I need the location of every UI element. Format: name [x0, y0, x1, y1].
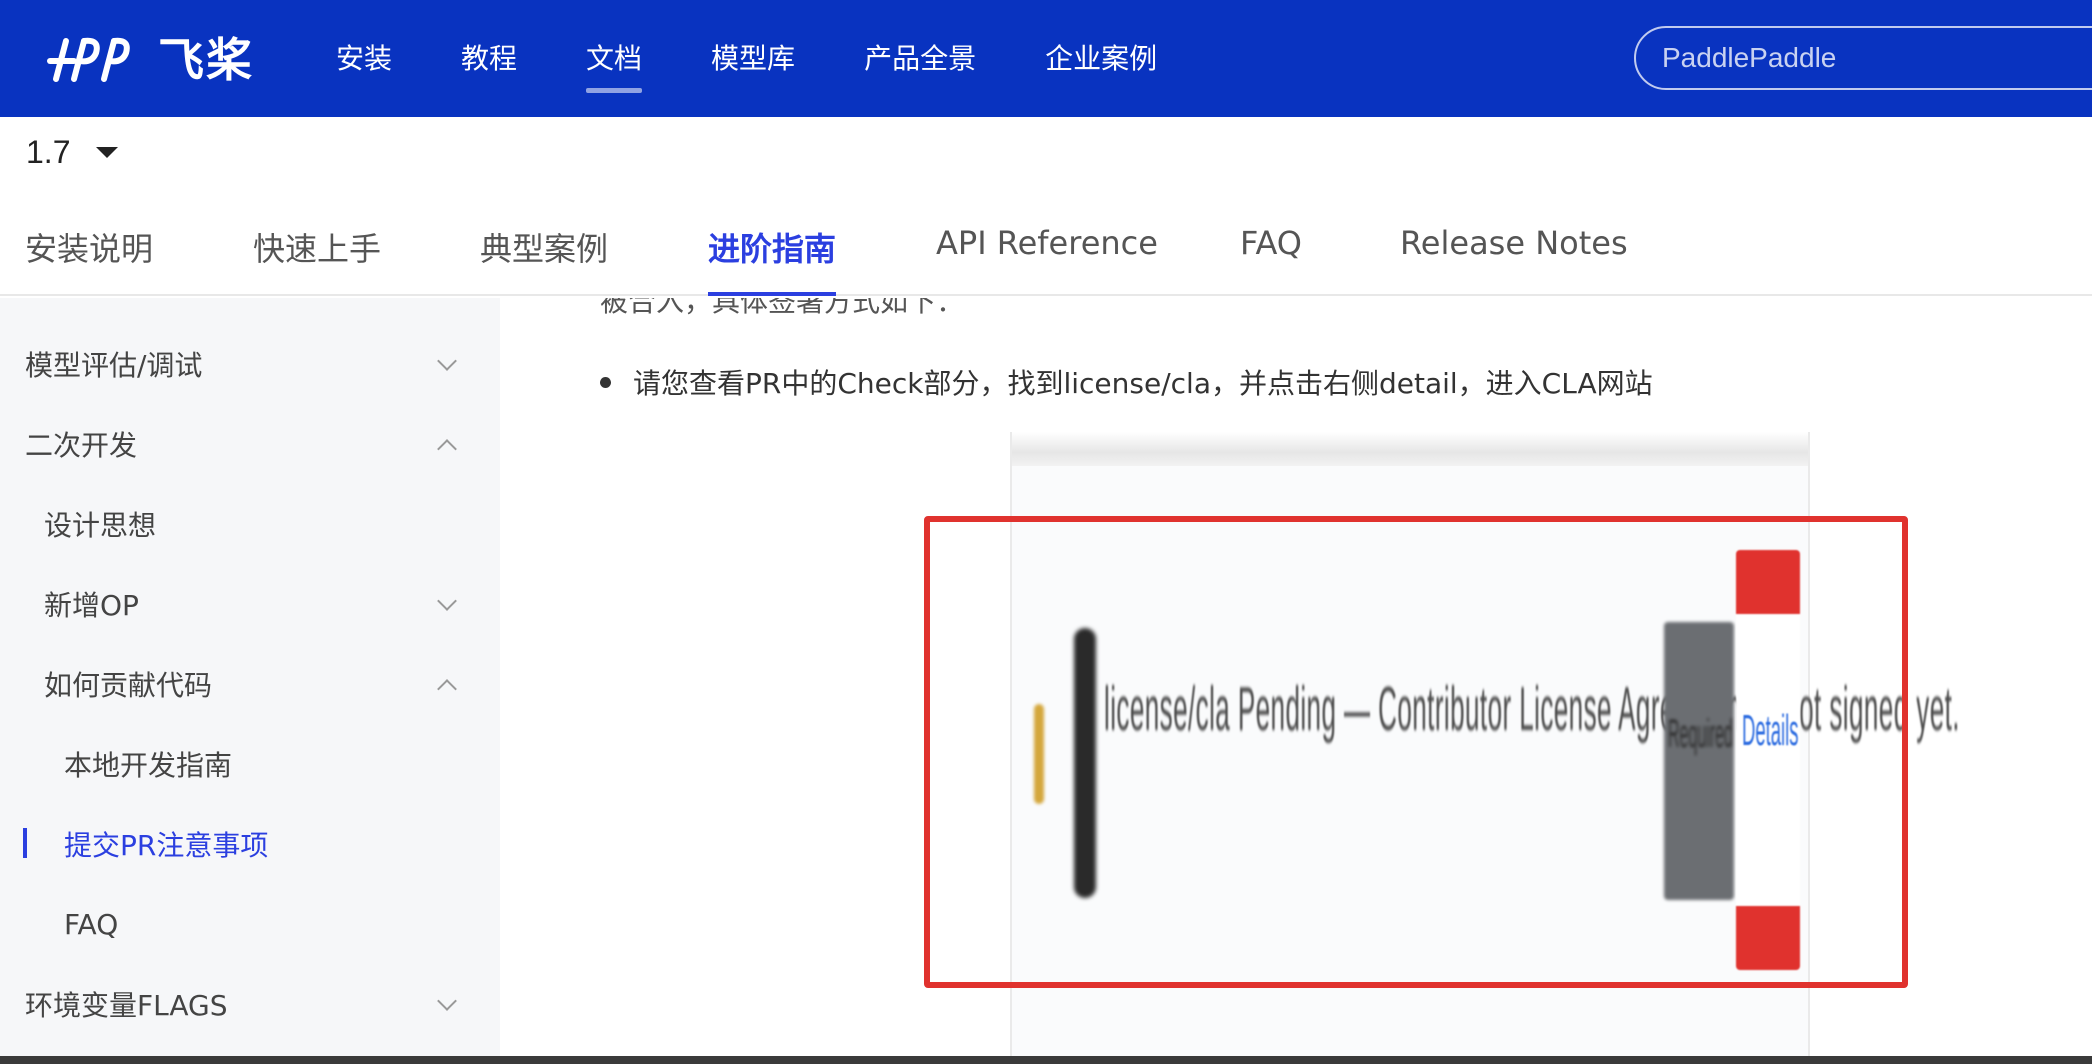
- sidebar-item-label: 环境变量FLAGS: [25, 989, 228, 1022]
- sidebar-item-label: 提交PR注意事项: [64, 829, 269, 862]
- chevron-down-icon[interactable]: [437, 351, 457, 371]
- nav-cases[interactable]: 企业案例: [1045, 0, 1157, 117]
- sidebar-item-pr-notes[interactable]: 提交PR注意事项: [0, 814, 500, 874]
- nav-tutorial[interactable]: 教程: [461, 0, 517, 117]
- bullet-icon: [600, 376, 611, 388]
- sidebar-item-label: 二次开发: [25, 429, 138, 462]
- tab-install-guide[interactable]: 安装说明: [25, 224, 153, 296]
- partial-paragraph: 被合入，具体签署方式如下：: [600, 298, 965, 318]
- sidebar-item-faq[interactable]: FAQ: [0, 894, 500, 954]
- nav-install[interactable]: 安装: [336, 0, 392, 117]
- tab-quick-start[interactable]: 快速上手: [253, 224, 381, 296]
- screenshot-header-bar: [1012, 432, 1808, 466]
- sidebar-item-new-op[interactable]: 新增OP: [0, 574, 500, 634]
- nav-docs[interactable]: 文档: [586, 0, 643, 117]
- sidebar-item-label: 设计思想: [44, 509, 157, 542]
- sidebar: 模型评估/调试 二次开发 设计思想 新增OP 如何贡献代码 本地开发指南 提交P…: [0, 298, 500, 1058]
- tab-release-notes[interactable]: Release Notes: [1400, 224, 1628, 296]
- nav-model-zoo[interactable]: 模型库: [711, 0, 795, 117]
- tab-faq[interactable]: FAQ: [1240, 224, 1302, 296]
- taskbar-strip: [0, 1056, 2092, 1064]
- paddle-logo-icon: [47, 37, 130, 82]
- bullet-text: 请您查看PR中的Check部分，找到license/cla，并点击右侧detai…: [633, 367, 1653, 400]
- sidebar-item-label: 新增OP: [44, 589, 139, 622]
- sidebar-item-label: FAQ: [64, 907, 119, 941]
- search-input[interactable]: [1634, 26, 2092, 90]
- sidebar-item-env-flags[interactable]: 环境变量FLAGS: [0, 974, 500, 1034]
- tab-typical-cases[interactable]: 典型案例: [480, 224, 608, 296]
- sidebar-item-secondary-dev[interactable]: 二次开发: [0, 414, 500, 474]
- chevron-up-icon[interactable]: [437, 439, 457, 459]
- doc-tabs: 安装说明 快速上手 典型案例 进阶指南 API Reference FAQ Re…: [0, 212, 2092, 296]
- version-selector[interactable]: 1.7: [26, 134, 119, 171]
- sidebar-item-local-dev-guide[interactable]: 本地开发指南: [0, 734, 500, 794]
- chevron-up-icon[interactable]: [437, 679, 457, 699]
- tab-api-reference[interactable]: API Reference: [936, 224, 1158, 296]
- sidebar-item-design-ideas[interactable]: 设计思想: [0, 494, 500, 554]
- paddle-logo[interactable]: 飞桨: [44, 22, 254, 92]
- chevron-down-icon[interactable]: [437, 591, 457, 611]
- tab-advanced-guide[interactable]: 进阶指南: [708, 224, 837, 296]
- chevron-down-icon[interactable]: [437, 991, 457, 1011]
- sidebar-item-contribute-code[interactable]: 如何贡献代码: [0, 654, 500, 714]
- sidebar-item-label: 模型评估/调试: [25, 349, 203, 382]
- doc-content: 被合入，具体签署方式如下： 请您查看PR中的Check部分，找到license/…: [500, 298, 2092, 1058]
- nav-products[interactable]: 产品全景: [864, 0, 976, 117]
- top-nav-menu: 安装 教程 文档 模型库 产品全景 企业案例: [336, 0, 1226, 117]
- highlight-box: [924, 516, 1908, 988]
- caret-down-icon: [96, 147, 119, 158]
- sidebar-item-label: 本地开发指南: [64, 749, 233, 782]
- sidebar-item-label: 如何贡献代码: [44, 669, 213, 702]
- logo-text: 飞桨: [158, 33, 254, 87]
- sidebar-item-model-eval[interactable]: 模型评估/调试: [0, 334, 500, 394]
- list-item: 请您查看PR中的Check部分，找到license/cla，并点击右侧detai…: [600, 362, 1653, 402]
- top-navbar: 飞桨 安装 教程 文档 模型库 产品全景 企业案例: [0, 0, 2092, 117]
- active-indicator: [23, 828, 27, 858]
- version-label: 1.7: [26, 134, 71, 170]
